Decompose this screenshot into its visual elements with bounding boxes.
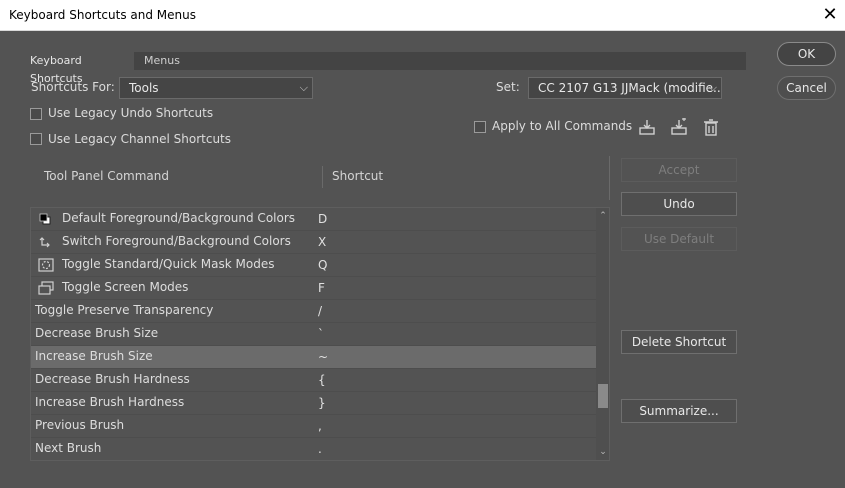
switch-colors-icon xyxy=(39,237,50,248)
table-row[interactable]: Switch Foreground/Background Colors X xyxy=(31,231,596,254)
table-header: Tool Panel Command Shortcut xyxy=(30,158,610,200)
table-row[interactable]: Toggle Standard/Quick Mask Modes Q xyxy=(31,254,596,277)
row-command: Default Foreground/Background Colors xyxy=(62,211,296,225)
legacy-undo-label: Use Legacy Undo Shortcuts xyxy=(48,106,214,120)
row-shortcut: / xyxy=(318,304,323,318)
cancel-button[interactable]: Cancel xyxy=(777,76,836,100)
row-command: Previous Brush xyxy=(35,418,125,432)
row-command: Next Brush xyxy=(35,441,102,455)
row-command: Switch Foreground/Background Colors xyxy=(62,234,291,248)
undo-button[interactable]: Undo xyxy=(621,192,737,216)
table-row[interactable]: Decrease Brush Hardness { xyxy=(31,369,596,392)
trash-icon[interactable] xyxy=(702,118,720,136)
row-command: Toggle Screen Modes xyxy=(62,280,189,294)
shortcut-list[interactable]: Default Foreground/Background Colors D S… xyxy=(30,207,610,461)
table-row[interactable]: Default Foreground/Background Colors D xyxy=(31,208,596,231)
use-default-button[interactable]: Use Default xyxy=(621,227,737,251)
row-shortcut: Q xyxy=(318,258,328,272)
legacy-channel-label: Use Legacy Channel Shortcuts xyxy=(48,132,232,146)
legacy-channel-checkbox[interactable] xyxy=(30,133,42,145)
row-shortcut: . xyxy=(318,442,322,456)
row-shortcut: { xyxy=(318,373,326,387)
row-command: Increase Brush Hardness xyxy=(35,395,185,409)
row-command: Decrease Brush Hardness xyxy=(35,372,190,386)
scrollbar-thumb[interactable] xyxy=(598,384,608,408)
window-title: Keyboard Shortcuts and Menus xyxy=(9,8,196,22)
tab-menus[interactable]: Menus xyxy=(136,52,192,70)
shortcuts-for-value: Tools xyxy=(129,81,159,95)
table-row-selected[interactable]: Increase Brush Size ~ xyxy=(31,346,596,369)
row-shortcut: ` xyxy=(318,327,324,341)
column-header-shortcut: Shortcut xyxy=(332,169,384,183)
table-row[interactable]: Previous Brush , xyxy=(31,415,596,438)
scroll-down-icon[interactable]: ⌄ xyxy=(598,447,608,457)
row-command: Toggle Preserve Transparency xyxy=(35,303,214,317)
shortcuts-for-dropdown[interactable]: Tools ⌵ xyxy=(119,77,313,99)
row-shortcut: D xyxy=(318,212,328,226)
close-icon[interactable]: ✕ xyxy=(815,0,845,31)
scroll-up-icon[interactable]: ⌃ xyxy=(598,211,608,221)
legacy-undo-checkbox[interactable] xyxy=(30,108,42,120)
tab-keyboard-shortcuts[interactable]: Keyboard Shortcuts xyxy=(22,52,134,85)
quick-mask-icon xyxy=(38,258,54,272)
chevron-down-icon: ⌵ xyxy=(299,81,308,94)
delete-shortcut-button[interactable]: Delete Shortcut xyxy=(621,330,737,354)
title-bar: Keyboard Shortcuts and Menus ✕ xyxy=(0,0,845,31)
ok-button[interactable]: OK xyxy=(777,42,836,66)
table-row[interactable]: Decrease Brush Size ` xyxy=(31,323,596,346)
accept-button[interactable]: Accept xyxy=(621,158,737,182)
row-shortcut: } xyxy=(318,396,326,410)
apply-all-checkbox[interactable] xyxy=(474,121,486,133)
row-command: Decrease Brush Size xyxy=(35,326,159,340)
table-row[interactable]: Next Brush . xyxy=(31,438,596,460)
row-shortcut: , xyxy=(318,419,322,433)
table-row[interactable]: Toggle Preserve Transparency / xyxy=(31,300,596,323)
row-shortcut: X xyxy=(318,235,327,249)
row-command: Increase Brush Size xyxy=(35,349,153,363)
summarize-button[interactable]: Summarize... xyxy=(621,399,737,423)
row-command: Toggle Standard/Quick Mask Modes xyxy=(62,257,275,271)
set-value: CC 2107 G13 JJMack (modifie... xyxy=(538,81,722,95)
chevron-down-icon: ⌵ xyxy=(708,81,717,94)
shortcuts-for-label: Shortcuts For: xyxy=(31,80,115,94)
screen-mode-icon xyxy=(38,281,54,295)
scrollbar[interactable]: ⌃ ⌄ xyxy=(596,208,609,460)
apply-all-label: Apply to All Commands xyxy=(492,119,633,133)
tab-bar: Keyboard Shortcuts Menus xyxy=(22,52,746,85)
row-shortcut: ~ xyxy=(318,350,329,364)
column-separator xyxy=(322,166,323,188)
column-header-command: Tool Panel Command xyxy=(44,169,169,183)
set-dropdown[interactable]: CC 2107 G13 JJMack (modifie... ⌵ xyxy=(528,77,722,99)
default-colors-icon xyxy=(39,213,51,225)
save-set-as-icon[interactable] xyxy=(670,118,688,136)
header-divider xyxy=(609,156,610,200)
save-set-icon[interactable] xyxy=(638,118,656,136)
row-shortcut: F xyxy=(318,281,325,295)
set-label: Set: xyxy=(496,80,520,94)
table-row[interactable]: Toggle Screen Modes F xyxy=(31,277,596,300)
table-row[interactable]: Increase Brush Hardness } xyxy=(31,392,596,415)
